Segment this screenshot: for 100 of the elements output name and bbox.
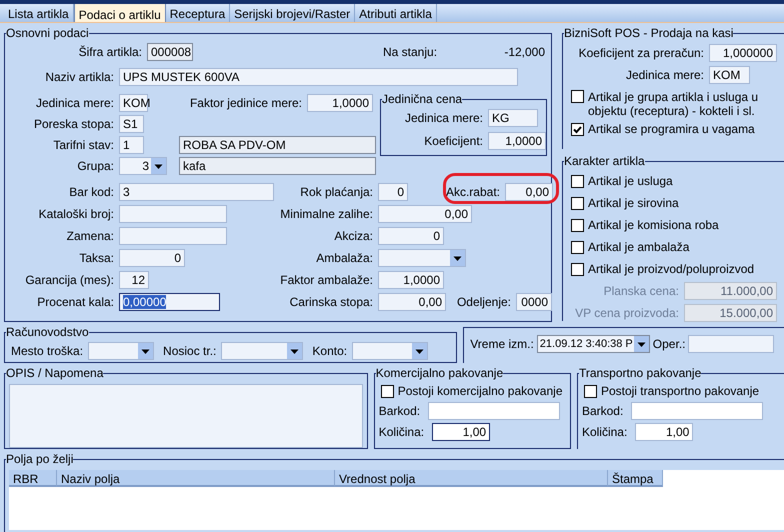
text-field[interactable]: KOM — [119, 94, 148, 112]
checkbox[interactable] — [571, 218, 584, 232]
field-label: Količina: — [378, 424, 424, 438]
tab[interactable]: Podaci o artiklu — [74, 4, 166, 22]
checkbox[interactable] — [380, 384, 394, 398]
checkbox-label: Artikal je grupa artikla i usluga u objektu (receptura) - kokteli i sl. — [588, 90, 760, 118]
field-label: Na stanju: — [383, 45, 438, 59]
checkbox-label: Postoji komercijalno pakovanje — [398, 384, 562, 398]
text-field[interactable] — [688, 335, 774, 353]
text-field[interactable]: UPS MUSTEK 600VA — [119, 68, 518, 86]
checkbox[interactable] — [571, 174, 584, 188]
caret-icon — [151, 158, 166, 174]
checkbox[interactable] — [571, 122, 584, 136]
group-title: Osnovni podaci — [6, 26, 89, 40]
text-field[interactable] — [119, 227, 227, 245]
checkbox-label: Artikal je usluga — [588, 174, 673, 188]
text-field[interactable]: KG — [488, 108, 538, 126]
checkbox[interactable] — [571, 90, 584, 103]
text-field[interactable]: 0 — [119, 249, 185, 267]
barcode-field[interactable] — [428, 402, 560, 420]
field-label: Koeficijent: — [423, 134, 483, 148]
barcode-field[interactable] — [631, 402, 764, 420]
checkbox-label: Artikal je ambalaža — [588, 240, 690, 254]
checkbox[interactable] — [571, 196, 584, 210]
dropdown[interactable] — [352, 342, 428, 360]
text-field[interactable]: 0,00 — [378, 293, 446, 311]
dropdown[interactable]: 21.09.12 3:40:38 P — [536, 335, 650, 353]
text-field[interactable]: 0 — [378, 183, 408, 201]
field-label: Carinska stopa: — [288, 295, 373, 309]
dropdown[interactable] — [221, 342, 304, 360]
dropdown[interactable]: 3 — [119, 156, 167, 174]
text-field[interactable]: S1 — [119, 114, 144, 132]
text-field[interactable]: KOM — [709, 66, 750, 84]
field-label: Akciza: — [333, 229, 373, 243]
column-header[interactable]: Vrednost polja — [335, 470, 608, 487]
text-field[interactable]: 12 — [119, 271, 149, 289]
checkbox[interactable] — [571, 240, 584, 254]
checkbox-label: Postoji transportno pakovanje — [600, 384, 760, 398]
text-field[interactable]: 0000 — [516, 293, 552, 311]
field-label: Naziv artikla: — [44, 70, 114, 84]
group-title: BizniSoft POS - Prodaja na kasi — [564, 26, 734, 40]
text-field[interactable]: 0,00000 — [119, 293, 220, 311]
field-label: Bar kod: — [68, 185, 114, 199]
field-label: Planska cena: — [602, 284, 679, 298]
text-field[interactable]: 1,000000 — [709, 44, 777, 62]
text-field[interactable]: 0,00 — [505, 183, 553, 201]
text-field[interactable]: 1,0000 — [488, 132, 546, 150]
field-label: Odeljenje: — [456, 295, 511, 309]
text-field[interactable]: ROBA SA PDV-OM — [179, 136, 376, 154]
field-label: Zamena: — [66, 229, 114, 243]
field-label: Nosioc tr.: — [163, 344, 216, 358]
field-label: Oper.: — [652, 337, 686, 351]
field-label: Količina: — [582, 424, 628, 438]
field-label: Barkod: — [582, 404, 624, 418]
text-field[interactable]: 0 — [378, 227, 444, 245]
group-title: Komercijalno pakovanje — [376, 366, 504, 380]
text-field[interactable] — [119, 205, 227, 223]
text-field[interactable]: 1,00 — [635, 422, 694, 440]
caret-icon — [450, 250, 465, 266]
field-label: Rok plaćanja: — [299, 185, 373, 199]
checkbox-label: Artikal je proizvod/poluproizvod — [588, 262, 754, 276]
group-title: Polja po želji — [6, 452, 74, 466]
field-label: Koeficijent za preračun: — [578, 46, 704, 60]
column-header[interactable]: Štampa — [608, 470, 663, 487]
caret-icon — [287, 343, 302, 359]
dropdown[interactable] — [378, 249, 466, 267]
text-field[interactable]: 1,0000 — [378, 271, 444, 289]
caret-icon — [634, 336, 649, 352]
caret-icon — [412, 343, 428, 359]
tab[interactable]: Receptura — [166, 4, 230, 22]
checkbox[interactable] — [571, 262, 584, 276]
text-field[interactable]: 1,0000 — [307, 94, 373, 112]
field-label: Poreska stopa: — [32, 116, 114, 130]
note-field[interactable] — [9, 384, 363, 448]
tab[interactable]: Atributi artikla — [355, 4, 437, 22]
group-title: OPIS / Napomena — [6, 366, 104, 380]
group-title: Transportno pakovanje — [578, 366, 702, 380]
checkbox[interactable] — [584, 384, 597, 398]
column-header[interactable]: Naziv polja — [57, 470, 335, 487]
dropdown[interactable] — [88, 342, 154, 360]
field-label: Minimalne zalihe: — [280, 207, 373, 221]
tab[interactable]: Serijski brojevi/Raster — [230, 4, 356, 22]
column-header[interactable]: RBR — [9, 470, 57, 487]
dropdown-value: 21.09.12 3:40:38 P — [538, 338, 634, 350]
group-title: Računovodstvo — [6, 325, 89, 339]
dropdown-value: 3 — [141, 158, 150, 172]
text-field[interactable]: kafa — [179, 156, 376, 174]
text-field[interactable]: 1 — [119, 136, 144, 154]
text-field[interactable]: 0,00 — [378, 205, 472, 223]
text-field[interactable]: 1,00 — [432, 422, 490, 440]
caret-icon — [138, 343, 154, 359]
text-field[interactable]: 000008 — [147, 43, 193, 61]
checkbox-label: Artikal se programira u vagama — [588, 122, 755, 136]
field-label: Jedinica mere: — [624, 68, 704, 82]
text-field[interactable]: 3 — [119, 183, 274, 201]
field-label: Ambalaža: — [315, 251, 373, 265]
field-label: Kataloški broj: — [38, 207, 114, 221]
field-label: VP cena proizvoda: — [574, 306, 679, 320]
field-label: Faktor ambalaže: — [280, 273, 373, 287]
field-label: Garancija (mes): — [24, 273, 114, 287]
